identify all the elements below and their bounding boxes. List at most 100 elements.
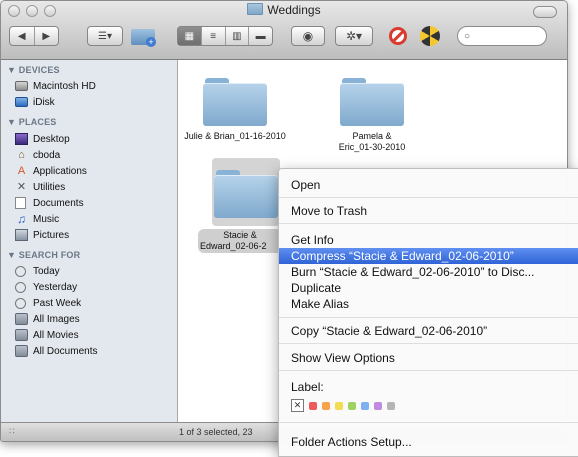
resize-grip-icon: ∷ <box>9 426 15 436</box>
window-title-area: Weddings <box>1 3 567 19</box>
label-green-swatch[interactable] <box>348 402 356 410</box>
sidebar-item-pictures[interactable]: Pictures <box>15 227 69 243</box>
smart-folder-icon <box>15 329 28 341</box>
view-mode-control: ▦ ≡ ▥ ▬ <box>177 26 273 46</box>
sidebar-item-label: Documents <box>33 197 84 209</box>
forward-button[interactable]: ▶ <box>35 27 59 45</box>
sidebar-item-yesterday[interactable]: Yesterday <box>15 279 77 295</box>
icon-view-icon: ▦ <box>184 30 195 42</box>
label-purple-swatch[interactable] <box>374 402 382 410</box>
label-gray-swatch[interactable] <box>387 402 395 410</box>
sidebar-item-applications[interactable]: A Applications <box>15 163 87 179</box>
sidebar-item-label: Today <box>33 265 60 277</box>
sidebar-item-label: All Documents <box>33 345 98 357</box>
folder-name: Stacie & Edward_02-06-2 <box>198 230 282 252</box>
sidebar-item-desktop[interactable]: Desktop <box>15 131 70 147</box>
sidebar-item-label: All Movies <box>33 329 79 341</box>
folder-name: Pamela & Eric_01-30-2010 <box>308 131 436 153</box>
menu-separator <box>279 197 578 198</box>
folder-name-line1: Pamela & <box>352 131 392 141</box>
eye-icon: ◉ <box>302 29 314 43</box>
sidebar-item-idisk[interactable]: iDisk <box>15 94 55 110</box>
menu-item-burn[interactable]: Burn “Stacie & Edward_02-06-2010” to Dis… <box>279 264 578 280</box>
sidebar-item-documents[interactable]: Documents <box>15 195 84 211</box>
menu-item-compress[interactable]: Compress “Stacie & Edward_02-06-2010” <box>279 248 578 264</box>
no-entry-toolbar-button[interactable] <box>387 25 409 47</box>
radioactive-burn-icon <box>420 26 440 46</box>
folder-item-selected[interactable]: Stacie & Edward_02-06-2 <box>178 156 288 266</box>
label-blue-swatch[interactable] <box>361 402 369 410</box>
sidebar-section-devices: ▼ DEVICES <box>7 65 60 75</box>
folder-icon <box>340 78 404 126</box>
window-title: Weddings <box>267 3 321 17</box>
sidebar-item-label: Macintosh HD <box>33 80 96 92</box>
toolbar-toggle-button[interactable] <box>533 6 557 18</box>
sidebar-item-label: cboda <box>33 149 61 161</box>
status-text: 1 of 3 selected, 23 <box>179 427 253 437</box>
menu-item-get-info[interactable]: Get Info <box>279 232 578 248</box>
sidebar-item-label: Yesterday <box>33 281 78 293</box>
list-view-button[interactable]: ≡ <box>202 27 226 45</box>
menu-item-move-to-trash[interactable]: Move to Trash <box>279 203 578 219</box>
sidebar-item-cboda[interactable]: ⌂ cboda <box>15 147 60 163</box>
sidebar-item-all-movies[interactable]: All Movies <box>15 327 79 343</box>
clock-icon <box>15 265 26 277</box>
clock-icon <box>15 297 26 309</box>
folder-icon <box>247 3 264 15</box>
sidebar-item-macintosh-hd[interactable]: Macintosh HD <box>15 78 96 94</box>
sidebar-item-utilities[interactable]: ✕ Utilities <box>15 179 65 195</box>
menu-item-open[interactable]: Open <box>279 177 578 193</box>
label-none-button[interactable]: ✕ <box>291 399 304 412</box>
folder-item[interactable]: Pamela & Eric_01-30-2010 <box>308 60 408 160</box>
menu-item-folder-actions-setup[interactable]: Folder Actions Setup... <box>279 434 578 450</box>
desktop-icon <box>15 133 28 145</box>
utilities-icon: ✕ <box>16 181 27 193</box>
sidebar-item-label: Pictures <box>33 229 70 241</box>
sidebar-section-search-for: ▼ SEARCH FOR <box>7 250 81 260</box>
menu-separator <box>279 317 578 318</box>
list-path-icon: ☰▾ <box>98 30 112 42</box>
sidebar-item-label: All Images <box>33 313 80 325</box>
cover-flow-icon: ▬ <box>255 30 266 42</box>
menu-label-heading: Label: <box>291 380 324 394</box>
hard-drive-icon <box>15 81 28 91</box>
action-menu-button[interactable]: ✲▾ <box>335 26 373 46</box>
documents-icon <box>15 197 26 209</box>
search-field[interactable]: ○ <box>457 26 547 46</box>
sidebar-item-label: Desktop <box>33 133 70 145</box>
folder-name-line1: Julie & Brian_01-16-2010 <box>184 131 286 141</box>
back-forward-control: ◀ ▶ <box>9 26 59 46</box>
context-menu: Open Move to Trash Get Info Compress “St… <box>278 168 578 457</box>
sidebar-item-label: Past Week <box>33 297 82 309</box>
menu-item-show-view-options[interactable]: Show View Options <box>279 350 578 366</box>
menu-separator <box>279 422 578 423</box>
quick-look-button[interactable]: ◉ <box>291 26 325 46</box>
back-button[interactable]: ◀ <box>10 27 35 45</box>
sidebar: ▼ DEVICES Macintosh HD iDisk ▼ PLACES De… <box>1 60 178 423</box>
menu-item-copy[interactable]: Copy “Stacie & Edward_02-06-2010” <box>279 323 578 339</box>
cover-flow-button[interactable]: ▬ <box>249 27 272 45</box>
sidebar-item-label: Applications <box>33 165 87 177</box>
search-icon: ○ <box>464 30 471 42</box>
forward-arrow-icon: ▶ <box>42 30 51 42</box>
menu-item-make-alias[interactable]: Make Alias <box>279 296 578 312</box>
label-orange-swatch[interactable] <box>322 402 330 410</box>
label-yellow-swatch[interactable] <box>335 402 343 410</box>
new-folder-button[interactable]: + <box>129 25 159 47</box>
label-red-swatch[interactable] <box>309 402 317 410</box>
column-view-button[interactable]: ▥ <box>226 27 250 45</box>
sidebar-item-music[interactable]: ♫ Music <box>15 211 59 227</box>
x-icon: ✕ <box>293 400 302 410</box>
path-popup-button[interactable]: ☰▾ <box>87 26 123 46</box>
burn-toolbar-button[interactable] <box>419 25 441 47</box>
smart-folder-icon <box>15 345 28 357</box>
clock-icon <box>15 281 26 293</box>
menu-item-duplicate[interactable]: Duplicate <box>279 280 578 296</box>
sidebar-item-all-images[interactable]: All Images <box>15 311 80 327</box>
sidebar-item-past-week[interactable]: Past Week <box>15 295 81 311</box>
folder-item[interactable]: Julie & Brian_01-16-2010 <box>178 60 288 160</box>
sidebar-item-today[interactable]: Today <box>15 263 60 279</box>
smart-folder-icon <box>15 313 28 325</box>
icon-view-button[interactable]: ▦ <box>178 27 202 45</box>
sidebar-item-all-documents[interactable]: All Documents <box>15 343 97 359</box>
